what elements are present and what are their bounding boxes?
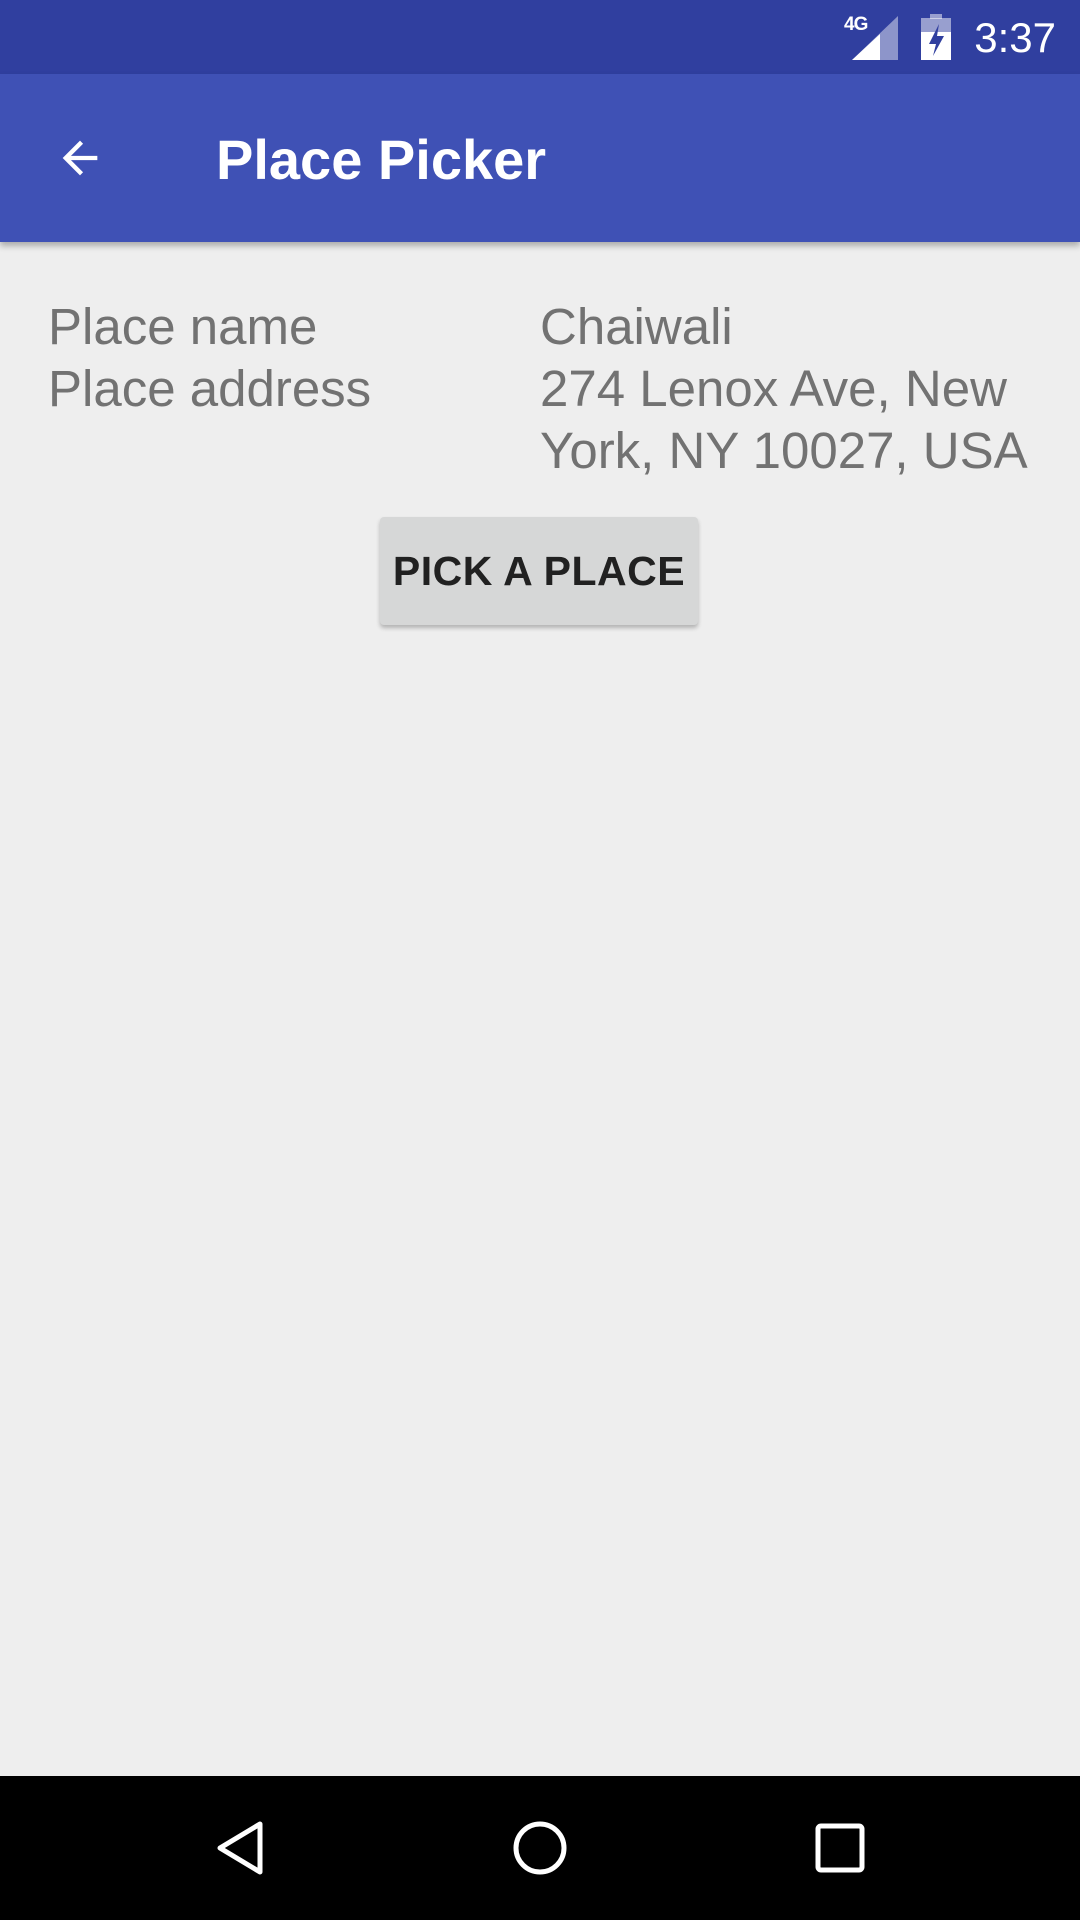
nav-recents-icon (815, 1823, 865, 1873)
status-bar: 4G 3:37 (0, 0, 1080, 74)
battery-charging-icon (921, 14, 951, 60)
navigation-bar (0, 1776, 1080, 1920)
place-address-label: Place address (48, 360, 372, 417)
app-bar: Place Picker (0, 74, 1080, 242)
clock: 3:37 (974, 14, 1056, 61)
place-name-value: Chaiwali (540, 298, 733, 355)
nav-back-icon (217, 1821, 263, 1875)
arrow-back-icon (62, 140, 98, 176)
nav-home-button[interactable] (500, 1808, 580, 1888)
signal-icon (852, 16, 898, 60)
nav-back-button[interactable] (200, 1808, 280, 1888)
nav-home-icon (513, 1821, 567, 1875)
place-name-label: Place name (48, 298, 318, 355)
page-title: Place Picker (216, 128, 547, 191)
place-address-value: 274 Lenox Ave, New York, NY 10027, USA (540, 360, 1028, 479)
pick-a-place-button[interactable]: PICK A PLACE (380, 517, 698, 625)
back-button[interactable] (40, 118, 120, 198)
nav-recents-button[interactable] (800, 1808, 880, 1888)
main-content: Place name Chaiwali Place address 274 Le… (0, 242, 1080, 1776)
